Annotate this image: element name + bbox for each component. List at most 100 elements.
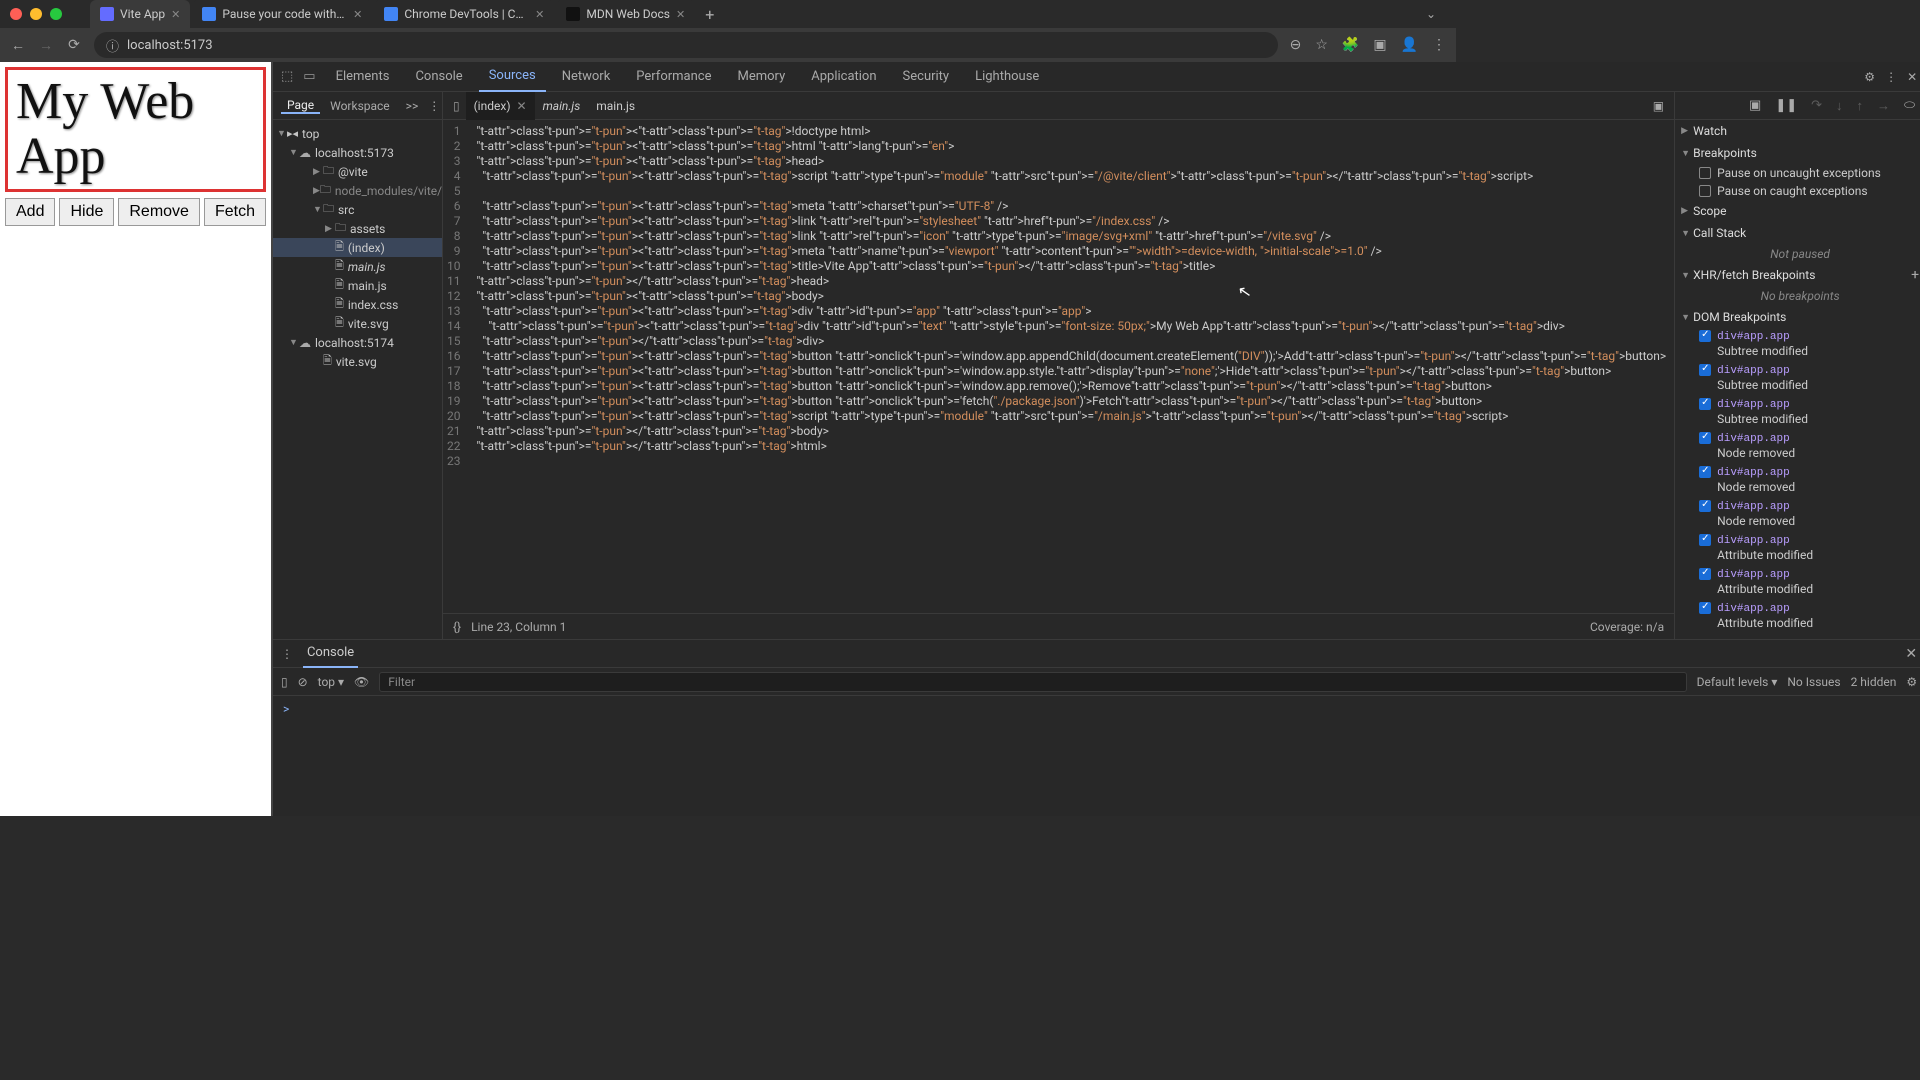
file-tree-item[interactable]: 🗎index.css: [273, 295, 442, 314]
dom-breakpoint-item[interactable]: div#app.appSubtree modified: [1675, 396, 1920, 430]
dom-breakpoint-item[interactable]: div#app.appNode removed: [1675, 498, 1920, 532]
file-tree-item[interactable]: ▼☁localhost:5173: [273, 143, 442, 162]
issues-badge[interactable]: No Issues: [1787, 675, 1840, 689]
tab-close-icon[interactable]: ✕: [535, 8, 544, 21]
devtools-tab-sources[interactable]: Sources: [479, 62, 546, 92]
profile-icon[interactable]: 👤: [1401, 37, 1418, 53]
dock-icon[interactable]: ▣: [1749, 98, 1761, 113]
devtools-tab-application[interactable]: Application: [801, 62, 886, 92]
checkbox[interactable]: [1699, 466, 1711, 478]
window-minimize[interactable]: [30, 8, 42, 20]
console-prompt[interactable]: >: [283, 702, 289, 716]
editor-tab[interactable]: (index)✕: [466, 92, 535, 120]
dock-icon[interactable]: ▣: [1653, 99, 1664, 113]
step-icon[interactable]: →: [1877, 98, 1890, 114]
close-icon[interactable]: ✕: [1905, 646, 1917, 662]
debugger-pane-header[interactable]: ▼Call Stack: [1675, 222, 1920, 244]
file-tree-item[interactable]: ▶🗀@vite: [273, 162, 442, 181]
chevron-down-icon[interactable]: ⌄: [1426, 7, 1436, 21]
dom-breakpoint-item[interactable]: div#app.appNode removed: [1675, 464, 1920, 498]
editor-tab[interactable]: main.js: [588, 92, 643, 120]
exception-toggle[interactable]: Pause on caught exceptions: [1675, 182, 1920, 200]
bookmark-icon[interactable]: ☆: [1315, 37, 1328, 53]
dom-breakpoint-item[interactable]: div#app.appAttribute modified: [1675, 532, 1920, 566]
tab-close-icon[interactable]: ✕: [676, 8, 685, 21]
braces-icon[interactable]: {}: [453, 620, 461, 634]
sidebar-toggle-icon[interactable]: ▯: [281, 675, 288, 689]
sources-workspace-tab[interactable]: Workspace: [324, 99, 396, 113]
window-maximize[interactable]: [50, 8, 62, 20]
hide-button[interactable]: Hide: [59, 198, 114, 226]
file-tree-item[interactable]: 🗎main.js: [273, 257, 442, 276]
new-tab-button[interactable]: +: [697, 5, 722, 24]
sources-page-tab[interactable]: Page: [281, 98, 320, 114]
address-bar[interactable]: ⓘ localhost:5173: [94, 32, 1278, 58]
dom-breakpoint-item[interactable]: div#app.appSubtree modified: [1675, 328, 1920, 362]
extensions-icon[interactable]: 🧩: [1342, 37, 1359, 53]
devtools-tab-console[interactable]: Console: [405, 62, 472, 92]
browser-tab[interactable]: Chrome DevTools | Chrome✕: [374, 0, 554, 28]
file-tree-item[interactable]: 🗎vite.svg: [273, 352, 442, 371]
add-button[interactable]: Add: [5, 198, 55, 226]
kebab-icon[interactable]: ⋮: [428, 99, 440, 113]
checkbox[interactable]: [1699, 398, 1711, 410]
toggle-navigator-icon[interactable]: ▯: [447, 99, 466, 113]
exception-toggle[interactable]: Pause on uncaught exceptions: [1675, 164, 1920, 182]
devtools-tab-network[interactable]: Network: [552, 62, 621, 92]
context-selector[interactable]: top ▾: [318, 675, 344, 689]
drawer-menu-icon[interactable]: ⋮: [281, 647, 293, 661]
back-icon[interactable]: ←: [10, 37, 26, 54]
file-tree-item[interactable]: ▼☁localhost:5174: [273, 333, 442, 352]
kebab-icon[interactable]: ⋮: [1885, 70, 1897, 84]
dom-breakpoint-item[interactable]: div#app.appAttribute modified: [1675, 566, 1920, 600]
console-filter-input[interactable]: Filter: [379, 672, 1686, 692]
console-settings-icon[interactable]: ⚙: [1906, 675, 1917, 689]
dom-breakpoint-item[interactable]: div#app.appNode removed: [1675, 430, 1920, 464]
sources-more-tabs[interactable]: >>: [400, 99, 425, 113]
window-close[interactable]: [10, 8, 22, 20]
devtools-tab-memory[interactable]: Memory: [728, 62, 796, 92]
debugger-pane-header[interactable]: ▼DOM Breakpoints: [1675, 306, 1920, 328]
editor-tab[interactable]: main.js: [535, 92, 589, 120]
menu-icon[interactable]: ⋮: [1432, 37, 1446, 53]
console-tab[interactable]: Console: [303, 640, 358, 668]
debugger-pane-header[interactable]: ▶Scope: [1675, 200, 1920, 222]
file-tree-item[interactable]: ▼🗀src: [273, 200, 442, 219]
close-icon[interactable]: ✕: [1907, 70, 1917, 84]
checkbox[interactable]: [1699, 534, 1711, 546]
device-icon[interactable]: ▭: [303, 69, 315, 84]
log-levels[interactable]: Default levels ▾: [1697, 675, 1778, 689]
settings-icon[interactable]: ⚙: [1864, 70, 1875, 84]
devtools-tab-performance[interactable]: Performance: [626, 62, 721, 92]
file-tree-item[interactable]: ▶🗀assets: [273, 219, 442, 238]
step-into-icon[interactable]: ↓: [1836, 98, 1843, 114]
checkbox[interactable]: [1699, 500, 1711, 512]
code-editor[interactable]: 1234567891011121314151617181920212223 "t…: [443, 120, 1674, 613]
checkbox[interactable]: [1699, 432, 1711, 444]
add-xhr-bp-icon[interactable]: +: [1911, 267, 1919, 283]
browser-tab[interactable]: Pause your code with breakp✕: [192, 0, 372, 28]
tab-close-icon[interactable]: ✕: [517, 99, 527, 113]
file-tree-item[interactable]: 🗎(index): [273, 238, 442, 257]
live-expression-icon[interactable]: 👁: [354, 675, 369, 689]
checkbox[interactable]: [1699, 364, 1711, 376]
browser-tab[interactable]: MDN Web Docs✕: [556, 0, 695, 28]
reload-icon[interactable]: ⟳: [66, 37, 82, 53]
checkbox[interactable]: [1699, 568, 1711, 580]
clear-console-icon[interactable]: ⊘: [298, 675, 308, 689]
debugger-pane-header[interactable]: ▼XHR/fetch Breakpoints+: [1675, 264, 1920, 286]
browser-tab[interactable]: Vite App✕: [90, 0, 190, 28]
file-tree-item[interactable]: ▼▸◂top: [273, 124, 442, 143]
panel-icon[interactable]: ▣: [1373, 37, 1386, 53]
inspect-icon[interactable]: ⬚: [281, 69, 293, 84]
forward-icon[interactable]: →: [38, 37, 54, 54]
file-tree-item[interactable]: 🗎vite.svg: [273, 314, 442, 333]
site-info-icon[interactable]: ⓘ: [106, 36, 119, 55]
checkbox[interactable]: [1699, 602, 1711, 614]
zoom-icon[interactable]: ⊖: [1290, 37, 1302, 53]
tab-close-icon[interactable]: ✕: [171, 8, 180, 21]
file-tree-item[interactable]: 🗎main.js: [273, 276, 442, 295]
debugger-pane-header[interactable]: ▼Breakpoints: [1675, 142, 1920, 164]
devtools-tab-elements[interactable]: Elements: [326, 62, 400, 92]
deactivate-bp-icon[interactable]: ⬭: [1904, 98, 1915, 113]
